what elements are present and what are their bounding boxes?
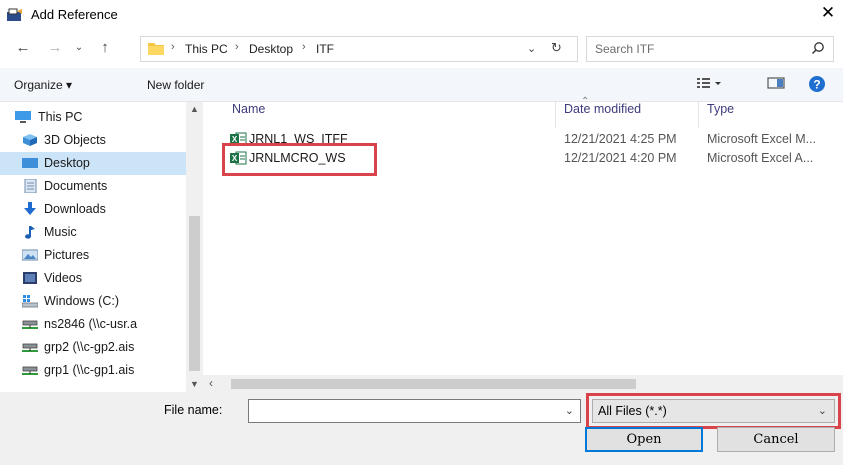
network-drive-icon: [22, 363, 38, 377]
file-list: ⌃ Name Date modified Type X JRNL1_WS_ITF…: [203, 96, 843, 392]
back-arrow-icon[interactable]: ←: [14, 39, 32, 57]
breadcrumb-desktop[interactable]: Desktop: [249, 42, 293, 56]
file-date: 12/21/2021 4:20 PM: [564, 151, 677, 165]
sidebar-item-3d-objects[interactable]: 3D Objects: [0, 129, 188, 152]
title-bar: Add Reference ✕: [0, 0, 843, 30]
filter-highlight-annotation: [586, 393, 841, 429]
breadcrumb-separator: ›: [171, 41, 175, 53]
file-type: Microsoft Excel A...: [707, 151, 814, 165]
videos-icon: [22, 271, 38, 285]
command-toolbar: Organize ▾ New folder ?: [0, 68, 843, 102]
scroll-down-icon[interactable]: ▼: [190, 379, 199, 389]
search-icon[interactable]: [811, 41, 825, 58]
sidebar-item-label: Music: [44, 225, 77, 239]
sidebar-scrollbar[interactable]: ▲ ▼: [186, 102, 203, 392]
sidebar-item-videos[interactable]: Videos: [0, 267, 188, 290]
address-bar[interactable]: › This PC › Desktop › ITF ⌄ ↻: [140, 36, 578, 62]
file-date: 12/21/2021 4:25 PM: [564, 132, 677, 146]
sidebar-item-label: grp1 (\\c-gp1.ais: [44, 363, 135, 377]
breadcrumb-separator: ›: [302, 41, 306, 53]
scroll-left-icon[interactable]: ‹: [209, 376, 213, 390]
new-folder-button[interactable]: New folder: [147, 78, 204, 92]
column-divider[interactable]: [555, 102, 556, 128]
sidebar-item-desktop[interactable]: Desktop: [0, 152, 188, 175]
pictures-icon: [21, 248, 39, 262]
column-header-type[interactable]: Type: [707, 102, 734, 128]
file-type: Microsoft Excel M...: [707, 132, 817, 146]
refresh-icon[interactable]: ↻: [551, 40, 562, 56]
app-icon: [6, 8, 24, 22]
breadcrumb-this-pc[interactable]: This PC: [185, 42, 228, 56]
sidebar-item-ns2846[interactable]: ns2846 (\\c-usr.a: [0, 313, 188, 336]
svg-text:?: ?: [813, 78, 820, 92]
address-row: ← → ⌄ ↑ › This PC › Desktop › ITF ⌄ ↻: [0, 30, 843, 68]
sidebar-item-label: grp2 (\\c-gp2.ais: [44, 340, 135, 354]
window-title: Add Reference: [31, 7, 118, 22]
search-input[interactable]: [595, 40, 795, 58]
sidebar-item-label: This PC: [38, 110, 83, 124]
sidebar-item-grp1[interactable]: grp1 (\\c-gp1.ais: [0, 359, 188, 382]
sidebar-item-label: Windows (C:): [44, 294, 120, 308]
breadcrumb-itf[interactable]: ITF: [316, 42, 334, 56]
sidebar-item-windows-c[interactable]: Windows (C:): [0, 290, 188, 313]
scroll-up-icon[interactable]: ▲: [190, 104, 199, 114]
chevron-down-icon[interactable]: ⌄: [565, 404, 574, 417]
cancel-button[interactable]: Cancel: [717, 427, 835, 452]
sidebar-item-label: Pictures: [44, 248, 90, 262]
computer-icon: [14, 110, 31, 124]
file-name-input[interactable]: [253, 403, 553, 419]
close-button[interactable]: ✕: [813, 0, 843, 28]
recent-locations-chevron-icon[interactable]: ⌄: [72, 39, 86, 57]
breadcrumb-separator: ›: [235, 41, 239, 53]
sidebar-item-label: Downloads: [44, 202, 106, 216]
downloads-icon: [22, 202, 38, 216]
sidebar-item-grp2[interactable]: grp2 (\\c-gp2.ais: [0, 336, 188, 359]
sidebar-item-label: Documents: [44, 179, 108, 193]
scrollbar-thumb[interactable]: [189, 216, 200, 371]
desktop-icon: [22, 156, 38, 170]
network-drive-icon: [22, 340, 38, 354]
sidebar-item-label: Desktop: [44, 156, 90, 170]
sidebar-item-label: ns2846 (\\c-usr.a: [44, 317, 138, 331]
column-header-name[interactable]: Name: [232, 102, 265, 128]
sidebar-item-downloads[interactable]: Downloads: [0, 198, 188, 221]
scrollbar-thumb[interactable]: [231, 379, 636, 389]
folder-icon: [147, 41, 165, 59]
sidebar-item-pictures[interactable]: Pictures: [0, 244, 188, 267]
up-arrow-icon[interactable]: ↑: [96, 39, 114, 57]
sidebar-item-label: Videos: [44, 271, 82, 285]
sidebar-item-music[interactable]: Music: [0, 221, 188, 244]
navigation-pane: This PC 3D Objects Desktop Documents Dow…: [0, 102, 203, 392]
file-name-label: File name:: [164, 403, 223, 417]
column-header-date[interactable]: Date modified: [564, 102, 641, 128]
sidebar-item-this-pc[interactable]: This PC: [0, 106, 188, 129]
help-icon[interactable]: ?: [808, 75, 826, 96]
organize-button[interactable]: Organize ▾: [14, 78, 72, 92]
documents-icon: [22, 178, 38, 194]
search-box[interactable]: [586, 36, 834, 62]
preview-pane-icon[interactable]: [767, 76, 785, 93]
3d-objects-icon: [22, 133, 38, 147]
column-divider[interactable]: [698, 102, 699, 128]
dialog-footer: File name: ⌄ All Files (*.*) ⌄ Open Canc…: [0, 392, 843, 465]
music-icon: [22, 225, 38, 239]
sidebar-item-label: 3D Objects: [44, 133, 106, 147]
open-button[interactable]: Open: [585, 427, 703, 452]
drive-icon: [21, 294, 39, 308]
file-name-field[interactable]: ⌄: [248, 399, 581, 423]
file-highlight-annotation: [222, 143, 377, 176]
forward-arrow-icon[interactable]: →: [46, 39, 64, 57]
view-options-icon[interactable]: [696, 76, 722, 93]
network-drive-icon: [22, 317, 38, 331]
sidebar-item-documents[interactable]: Documents: [0, 175, 188, 198]
horizontal-scrollbar[interactable]: ‹: [203, 375, 843, 392]
address-dropdown-icon[interactable]: ⌄: [527, 42, 536, 55]
